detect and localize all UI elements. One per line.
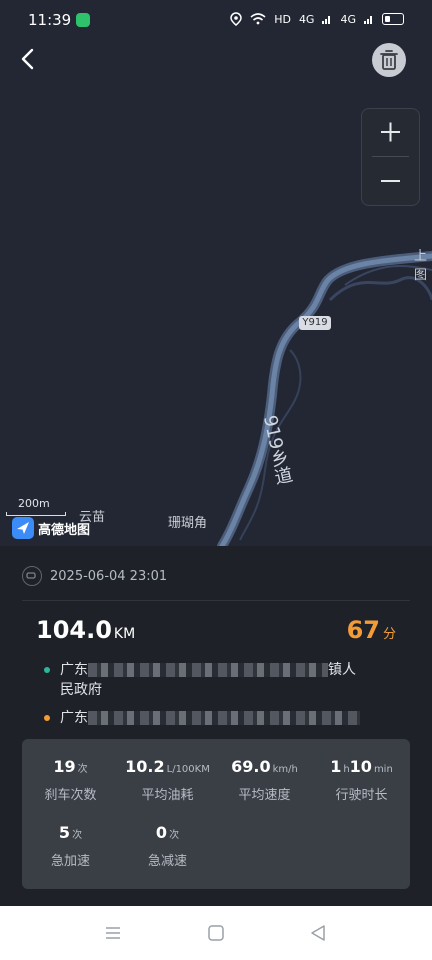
amap-logo-icon	[12, 517, 34, 539]
trash-icon	[380, 50, 398, 70]
stat-brake-count: 19 次 刹车次数	[22, 757, 119, 803]
back-button[interactable]	[12, 44, 42, 74]
system-nav-bar	[0, 906, 432, 960]
stat-value: 0	[155, 823, 168, 842]
signal-4g-1: 4G	[298, 12, 315, 26]
stat-label: 急减速	[147, 854, 187, 869]
stat-label: 急加速	[50, 854, 90, 869]
trip-datetime: 2025-06-04 23:01	[50, 568, 168, 584]
trip-stats: 19 次 刹车次数 10.2 L/100KM 平均油耗 69.0 km/h 平均速度 …	[22, 739, 410, 889]
stat-hard-decel: 0次 急减速	[119, 823, 216, 869]
menu-icon[interactable]	[104, 924, 122, 942]
trip-detail-panel: 2025-06-04 23:01 104.0 KM 67 分 广东 镇人 民政府 …	[0, 546, 432, 960]
message-app-icon	[76, 13, 90, 27]
redacted-text	[88, 711, 360, 725]
wifi-icon	[250, 13, 266, 25]
stat-unit: 次	[77, 764, 88, 775]
stat-value: 5	[58, 823, 71, 842]
scale-label: 200m	[18, 497, 50, 510]
home-icon[interactable]	[207, 924, 225, 942]
stat-label: 行驶时长	[335, 788, 388, 803]
stat-avg-speed: 69.0 km/h 平均速度	[216, 757, 313, 803]
car-icon	[22, 566, 42, 586]
stat-fuel: 10.2 L/100KM 平均油耗	[119, 757, 216, 803]
stat-value: 19	[53, 757, 76, 776]
distance-value: 104.0	[36, 616, 112, 644]
scale-bar	[6, 512, 66, 516]
chevron-left-icon	[21, 48, 34, 70]
status-icons: HD 4G 4G	[230, 12, 404, 26]
stat-value: 1	[330, 757, 342, 776]
signal-bars-icon	[322, 16, 331, 24]
trip-date-row: 2025-06-04 23:01	[22, 566, 167, 586]
status-time: 11:39	[28, 11, 72, 29]
amap-logo: 高德地图	[12, 517, 90, 539]
map-scale: 200m	[6, 497, 66, 517]
end-address: 广东	[44, 708, 360, 728]
stat-unit: km/h	[272, 764, 298, 775]
road-badge: Y919	[299, 316, 331, 330]
stat-hard-accel: 5次 急加速	[22, 823, 119, 869]
route-map[interactable]: Y919 919乡道 云苗 珊瑚角 上图 200m 高德地图	[0, 0, 432, 546]
stat-label: 刹车次数	[44, 788, 97, 803]
stat-unit: 次	[169, 830, 180, 841]
stat-label: 平均油耗	[141, 788, 194, 803]
start-address-line2: 民政府	[60, 682, 102, 698]
stat-value: 10.2	[125, 757, 165, 776]
map-label-edge: 上图	[414, 249, 428, 283]
trip-distance: 104.0 KM	[36, 616, 135, 644]
distance-unit: KM	[113, 626, 136, 642]
score-value: 67	[346, 616, 380, 644]
score-unit: 分	[382, 627, 396, 642]
start-address-prefix: 广东	[60, 662, 88, 678]
zoom-control	[361, 108, 420, 206]
zoom-out-button[interactable]	[362, 157, 419, 204]
stat-value-2: 10	[349, 757, 372, 776]
battery-icon	[382, 13, 404, 25]
status-bar: 11:39 HD 4G 4G	[0, 0, 432, 40]
delete-button[interactable]	[372, 43, 406, 77]
map-roads	[217, 251, 432, 546]
stat-unit-2: min	[373, 764, 393, 775]
start-address: 广东 镇人 民政府	[44, 660, 356, 700]
stat-label: 平均速度	[238, 788, 291, 803]
hd-label: HD	[274, 12, 291, 26]
stat-value: 69.0	[231, 757, 271, 776]
start-dot	[44, 667, 50, 673]
plus-icon	[381, 122, 400, 142]
signal-bars-2-icon	[364, 16, 372, 24]
route-line	[217, 251, 432, 546]
zoom-in-button[interactable]	[362, 109, 419, 156]
start-address-suffix: 镇人	[328, 662, 356, 678]
trip-score: 67 分	[347, 616, 396, 644]
panel-divider	[22, 600, 410, 601]
amap-logo-text: 高德地图	[38, 522, 91, 538]
location-icon	[230, 12, 242, 26]
map-label-shanhujiao: 珊瑚角	[168, 516, 208, 531]
end-dot	[44, 715, 50, 721]
signal-4g-2: 4G	[340, 12, 356, 26]
stat-unit: L/100KM	[166, 764, 210, 775]
redacted-text	[88, 663, 328, 677]
stat-unit: 次	[72, 830, 83, 841]
back-triangle-icon[interactable]	[309, 924, 327, 942]
stat-duration: 1 h10 min 行驶时长	[313, 757, 410, 803]
end-address-prefix: 广东	[60, 710, 88, 726]
minus-icon	[381, 180, 400, 182]
